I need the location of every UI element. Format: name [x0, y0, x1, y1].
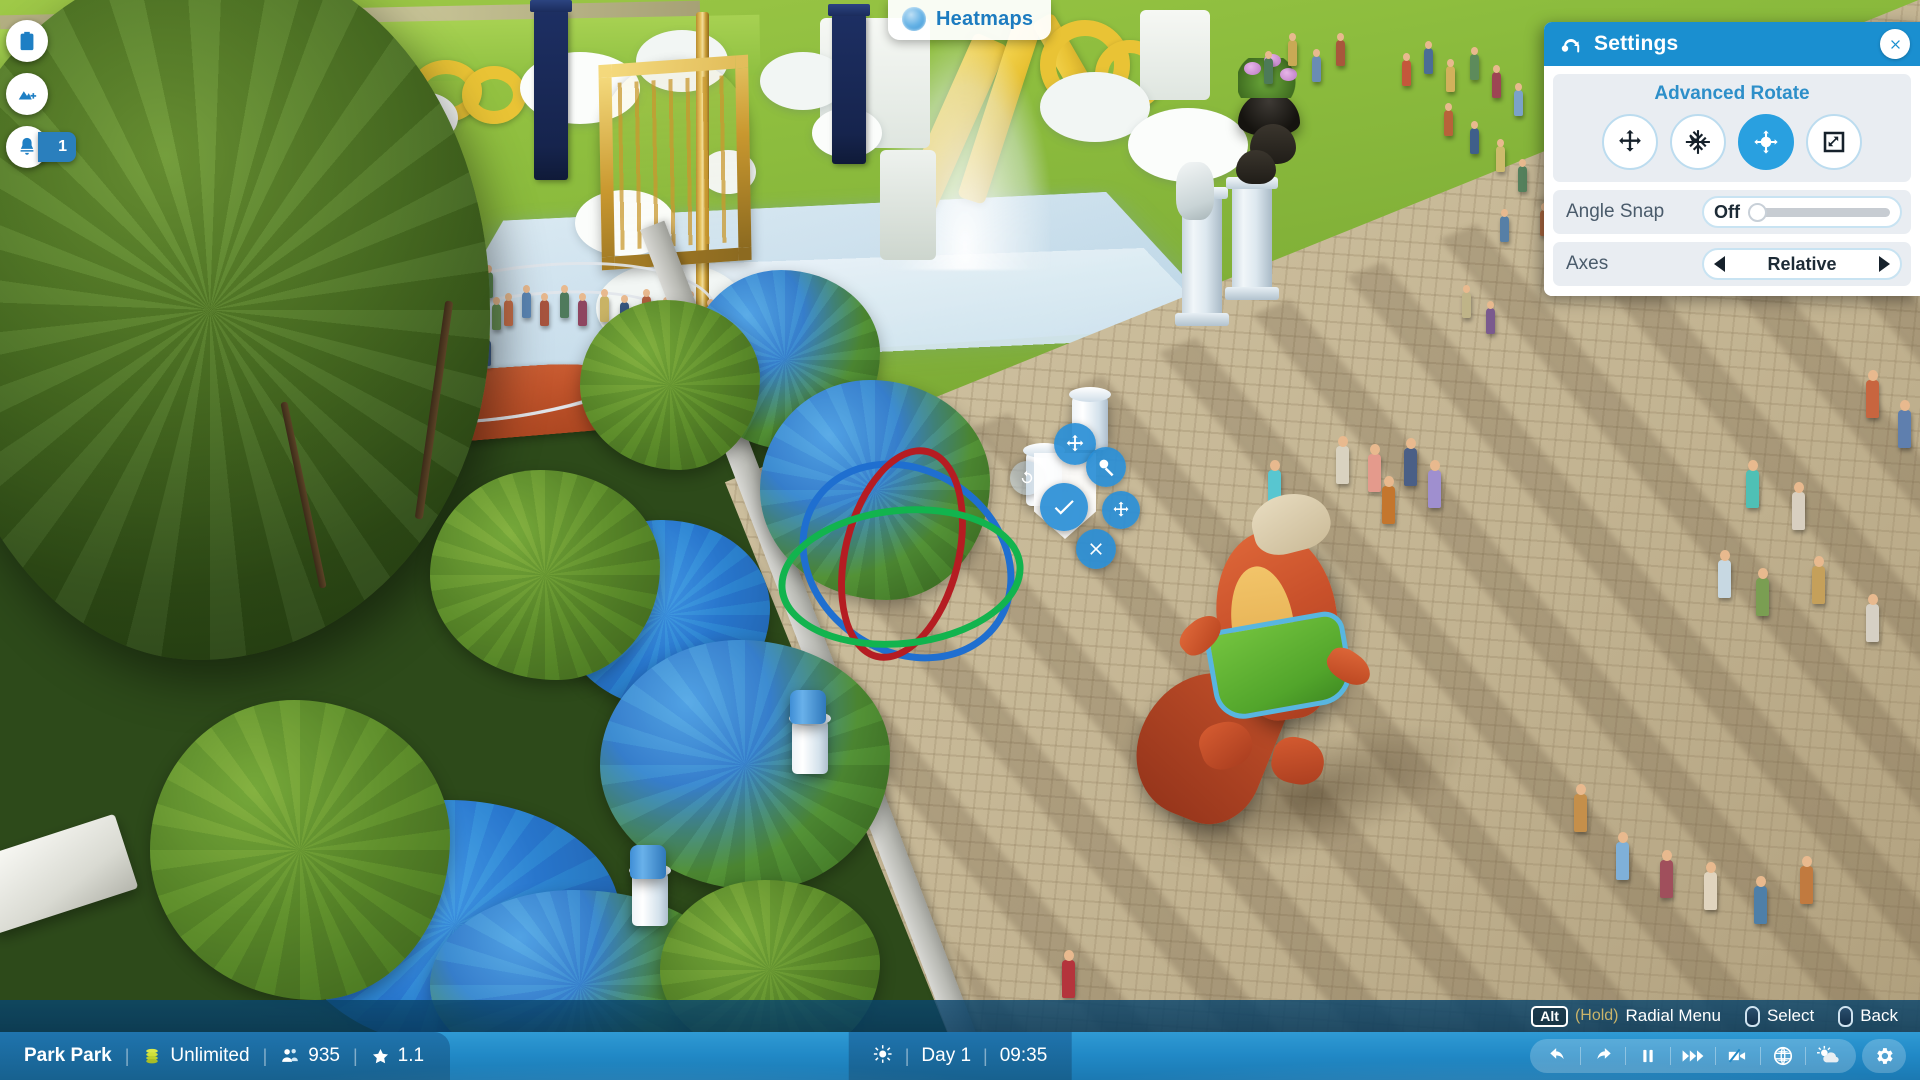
decorative-column-2	[1225, 177, 1279, 300]
mouse-left-click-icon	[1744, 1005, 1760, 1027]
angle-snap-knob[interactable]	[1748, 202, 1767, 222]
angle-snap-row: Angle Snap Off	[1553, 190, 1911, 234]
radial-menu-hint: Alt (Hold) Radial Menu	[1531, 1005, 1721, 1027]
scenery-add-icon[interactable]	[6, 73, 48, 115]
axes-label: Axes	[1566, 253, 1609, 274]
back-hint-label: Back	[1860, 1006, 1898, 1025]
cancel-button[interactable]	[1076, 529, 1116, 569]
axes-prev-icon[interactable]	[1714, 256, 1725, 272]
park-name: Park Park	[24, 1045, 112, 1066]
mouse-right-click-icon	[1838, 1005, 1854, 1027]
axes-value: Relative	[1767, 253, 1837, 274]
mode-button-row	[1563, 114, 1901, 170]
object-context-menu[interactable]	[1010, 423, 1170, 569]
settings-body: Advanced Rotate Angle Snap Off Axes Rela…	[1544, 66, 1920, 296]
angle-snap-slider[interactable]: Off	[1702, 196, 1902, 228]
freeze-mode-button[interactable]	[1670, 114, 1726, 170]
sidebar-item-park-management[interactable]	[6, 20, 76, 62]
game-viewport: 1 Heatmaps Settings Advanced Rotate Angl…	[0, 0, 1920, 1080]
weather-button[interactable]	[1806, 1041, 1850, 1071]
redo-button[interactable]	[1581, 1041, 1625, 1071]
close-icon[interactable]	[1880, 29, 1910, 59]
bush-4[interactable]	[150, 700, 450, 1000]
rotate-mode-button[interactable]	[1738, 114, 1794, 170]
hold-modifier-label: (Hold)	[1574, 1007, 1619, 1024]
playback-control-group	[1530, 1039, 1856, 1073]
star-icon	[371, 1047, 390, 1066]
banner-1	[530, 0, 572, 180]
advanced-rotate-heading: Advanced Rotate	[1654, 83, 1810, 104]
banner-2	[828, 4, 870, 164]
bush-3[interactable]	[430, 470, 660, 680]
dinosaur-mascot[interactable]	[1116, 470, 1410, 839]
undo-button[interactable]	[1536, 1041, 1580, 1071]
decorative-urn-2	[1236, 150, 1276, 184]
axes-stepper[interactable]: Relative	[1702, 248, 1902, 280]
select-hint-label: Select	[1766, 1006, 1815, 1025]
litter-bin-6[interactable]	[630, 845, 666, 879]
move-mode-button[interactable]	[1602, 114, 1658, 170]
rating-value: 1.1	[397, 1045, 425, 1066]
advanced-rotate-group: Advanced Rotate	[1553, 74, 1911, 182]
golden-gate-arch	[598, 54, 752, 271]
heatmaps-button[interactable]: Heatmaps	[888, 0, 1052, 40]
sun-icon	[873, 1044, 893, 1069]
settings-gear-button[interactable]	[1862, 1039, 1906, 1073]
rotate-handle-icon	[1558, 31, 1584, 57]
status-bar-left: Park Park | Unlimited | 935 | 1.1	[0, 1032, 451, 1080]
angle-snap-value: Off	[1714, 201, 1740, 222]
cherub-statue	[1176, 162, 1214, 220]
separator-3: |	[352, 1045, 358, 1066]
sidebar-item-add-scenery[interactable]	[6, 73, 76, 115]
fast-forward-button[interactable]	[1671, 1041, 1715, 1071]
angle-snap-label: Angle Snap	[1566, 201, 1665, 222]
money-value: Unlimited	[170, 1045, 250, 1066]
settings-panel: Settings Advanced Rotate Angle Snap Off …	[1544, 22, 1920, 296]
ride-pillar	[880, 150, 936, 260]
separator-5: |	[983, 1045, 988, 1066]
sidebar-item-notifications[interactable]: 1	[6, 126, 76, 168]
pick-tool-button[interactable]	[1086, 447, 1126, 487]
axes-row: Axes Relative	[1553, 242, 1911, 286]
status-bar: Park Park | Unlimited | 935 | 1.1 | Day …	[0, 1032, 1920, 1080]
white-barrier	[0, 813, 139, 935]
day-counter: Day 1	[921, 1045, 972, 1066]
status-bar-center: | Day 1 | 09:35	[848, 1032, 1072, 1080]
globe-button[interactable]	[1761, 1041, 1805, 1071]
angle-snap-track[interactable]	[1748, 202, 1890, 222]
camera-button[interactable]	[1716, 1041, 1760, 1071]
rating-indicator[interactable]: 1.1	[371, 1045, 424, 1067]
coins-icon	[142, 1046, 162, 1066]
input-hint-bar: Alt (Hold) Radial Menu Select Back	[0, 1000, 1920, 1032]
alt-keycap: Alt	[1531, 1005, 1568, 1027]
axes-next-icon[interactable]	[1878, 256, 1890, 272]
heatmaps-label: Heatmaps	[936, 7, 1034, 30]
guests-indicator[interactable]: 935	[280, 1045, 340, 1067]
guests-value: 935	[308, 1045, 340, 1066]
radial-menu-hint-label: Radial Menu	[1625, 1006, 1721, 1025]
back-hint: Back	[1838, 1005, 1898, 1027]
guests-icon	[280, 1046, 300, 1066]
select-hint: Select	[1744, 1005, 1815, 1027]
scale-mode-button[interactable]	[1806, 114, 1862, 170]
status-bar-right	[1530, 1039, 1906, 1073]
separator-4: |	[904, 1045, 910, 1066]
settings-titlebar: Settings	[1544, 22, 1920, 66]
left-icon-rail: 1	[6, 20, 76, 168]
confirm-button[interactable]	[1040, 483, 1088, 531]
litter-bin-3[interactable]	[789, 711, 831, 774]
pause-button[interactable]	[1626, 1041, 1670, 1071]
ride-tower-2	[1140, 10, 1210, 100]
duplicate-move-button[interactable]	[1102, 491, 1140, 529]
settings-title-label: Settings	[1594, 32, 1679, 55]
ride-ring-4	[462, 66, 526, 124]
bush-2[interactable]	[580, 300, 760, 470]
clock-time: 09:35	[999, 1045, 1048, 1066]
money-indicator[interactable]: Unlimited	[142, 1045, 250, 1067]
separator-2: |	[262, 1045, 268, 1066]
heatmap-circle-icon	[902, 7, 926, 31]
clipboard-icon[interactable]	[6, 20, 48, 62]
separator-1: |	[124, 1045, 130, 1066]
notification-badge: 1	[38, 132, 76, 162]
